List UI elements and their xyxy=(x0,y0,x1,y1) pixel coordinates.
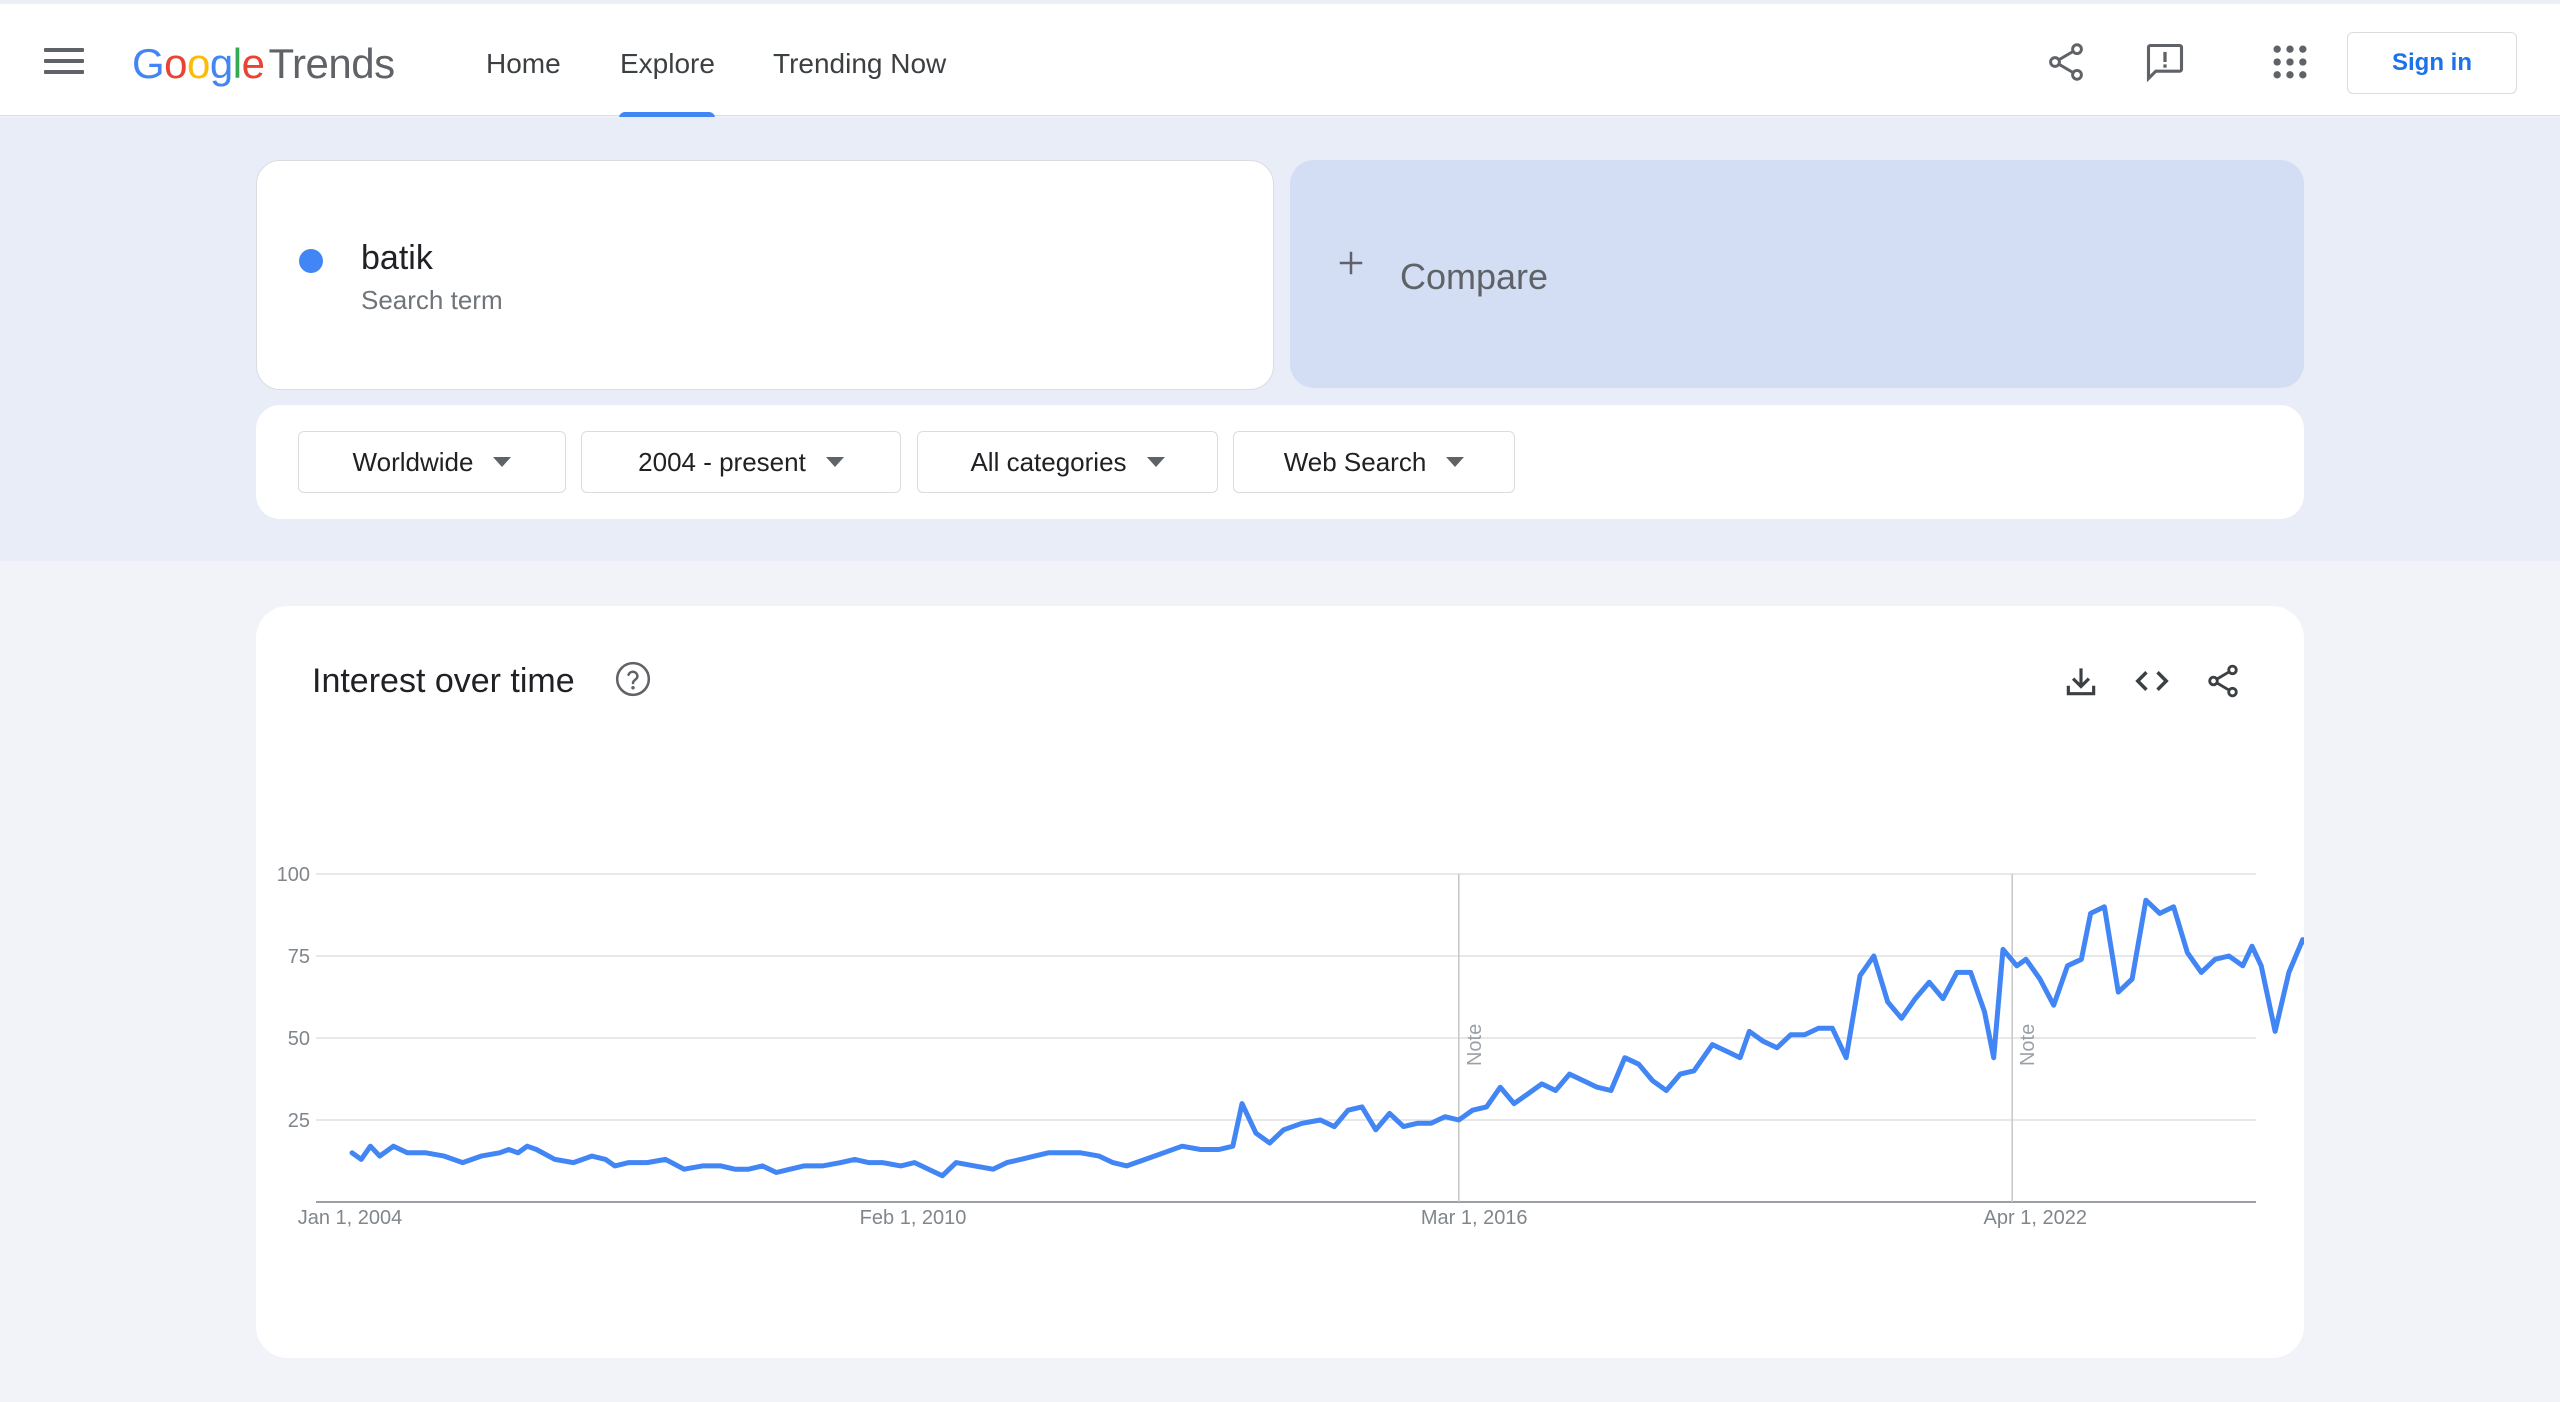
plus-icon xyxy=(1339,251,1363,275)
dropdown-caret-icon xyxy=(825,457,844,467)
nav-tab-trending-now[interactable]: Trending Now xyxy=(773,48,946,80)
dropdown-caret-icon xyxy=(1446,457,1465,467)
filter-bar: Worldwide 2004 - present All categories … xyxy=(256,405,2304,519)
feedback-icon[interactable] xyxy=(2143,40,2187,84)
compare-label: Compare xyxy=(1400,256,1549,297)
logo-letter: o xyxy=(187,40,210,87)
google-trends-logo[interactable]: GoogleTrends xyxy=(132,40,395,88)
search-term-card[interactable]: batik Search term xyxy=(256,160,1274,390)
logo-letter: e xyxy=(241,40,265,87)
term-color-dot xyxy=(299,249,323,273)
note-label: Note xyxy=(2017,1024,2039,1066)
time-range-filter-dropdown[interactable]: 2004 - present xyxy=(581,431,901,493)
nav-tab-explore[interactable]: Explore xyxy=(620,48,715,80)
x-tick-label: Feb 1, 2010 xyxy=(860,1207,967,1229)
logo-letter: o xyxy=(164,40,188,87)
logo-letter: l xyxy=(232,40,242,87)
note-label: Note xyxy=(1464,1024,1486,1066)
interest-over-time-card: Interest over time 25 50 75 100 Note Note Jan … xyxy=(256,606,2304,1358)
interest-line-chart: 25 50 75 100 Note Note Jan 1, 2004 Feb 1, 2010 M… xyxy=(277,864,2304,1229)
menu-icon[interactable] xyxy=(44,48,84,76)
series-line xyxy=(349,897,2304,1179)
search-term-type: Search term xyxy=(361,285,503,315)
x-tick-label: Mar 1, 2016 xyxy=(1421,1207,1528,1229)
search-type-filter-dropdown[interactable]: Web Search xyxy=(1233,431,1515,493)
region-filter-dropdown[interactable]: Worldwide xyxy=(298,431,566,493)
search-type-filter-value: Web Search xyxy=(1283,446,1427,477)
logo-letter: g xyxy=(209,40,233,87)
dropdown-caret-icon xyxy=(1146,457,1165,467)
logo-trends-word: Trends xyxy=(268,40,395,87)
sign-in-button[interactable]: Sign in xyxy=(2347,32,2517,94)
time-range-filter-value: 2004 - present xyxy=(638,446,806,477)
region-filter-value: Worldwide xyxy=(352,446,474,477)
y-tick-label: 75 xyxy=(288,946,310,968)
top-app-bar: GoogleTrends Home Explore Trending Now S… xyxy=(0,0,2560,118)
nav-tab-home[interactable]: Home xyxy=(486,48,561,80)
y-tick-label: 25 xyxy=(288,1110,310,1132)
compare-button[interactable]: Compare xyxy=(1290,160,2304,388)
apps-grid-icon[interactable] xyxy=(2268,40,2312,84)
logo-letter: G xyxy=(132,40,165,87)
category-filter-value: All categories xyxy=(970,446,1127,477)
share-icon[interactable] xyxy=(2044,40,2088,84)
category-filter-dropdown[interactable]: All categories xyxy=(917,431,1218,493)
search-term-name: batik xyxy=(361,239,433,277)
y-tick-label: 50 xyxy=(288,1028,310,1050)
dropdown-caret-icon xyxy=(493,457,512,467)
y-tick-label: 100 xyxy=(277,864,310,886)
x-tick-label: Apr 1, 2022 xyxy=(1984,1207,2087,1229)
x-tick-label: Jan 1, 2004 xyxy=(298,1207,403,1229)
